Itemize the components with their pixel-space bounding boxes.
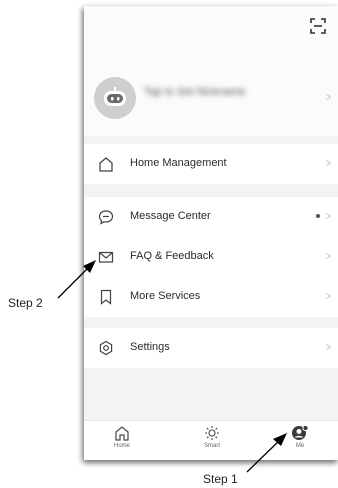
annotation-step-2: Step 2	[8, 296, 43, 310]
annotation-step-1: Step 1	[203, 472, 238, 486]
annotation-arrows	[57, 260, 287, 473]
